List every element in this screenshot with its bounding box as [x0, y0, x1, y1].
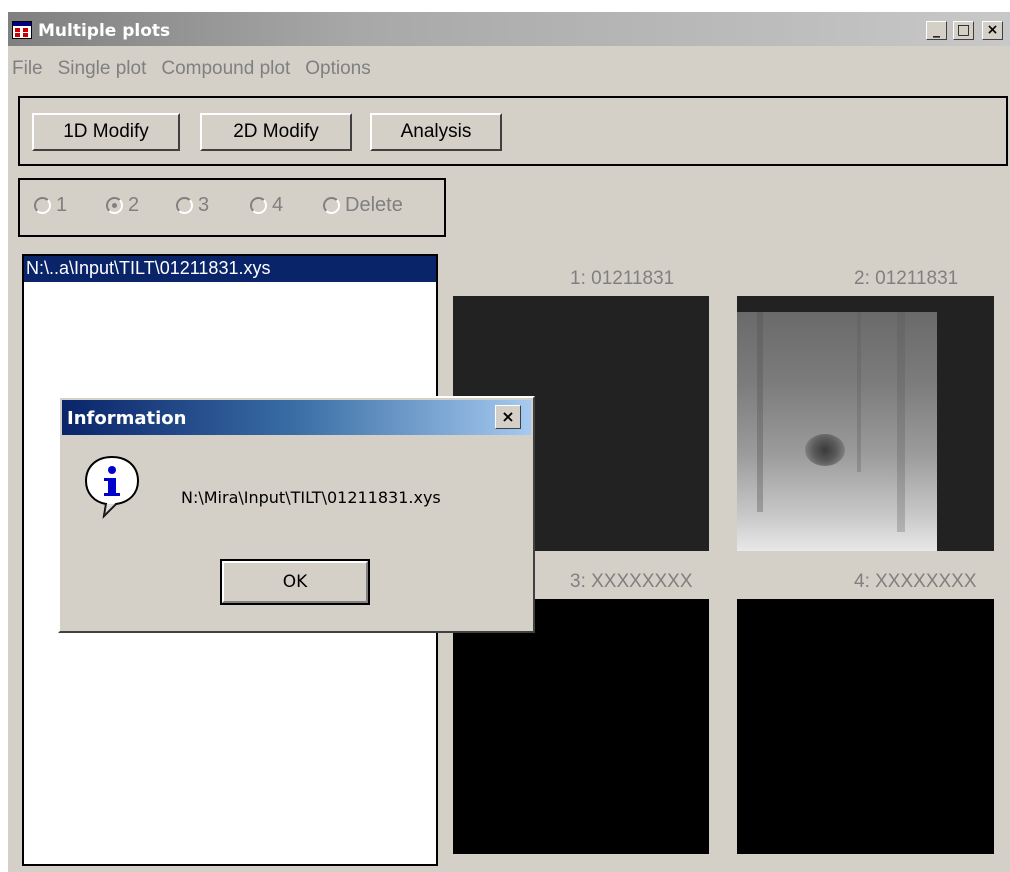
- information-dialog: Information × N:\Mira\Input\TILT\0121183…: [58, 396, 535, 633]
- dialog-close-button[interactable]: ×: [495, 405, 521, 429]
- info-icon: [84, 455, 140, 519]
- close-button[interactable]: ×: [982, 21, 1003, 40]
- close-icon: ×: [986, 22, 999, 38]
- toolbar-group: 1D Modify 2D Modify Analysis: [18, 96, 1008, 166]
- ok-button-label: OK: [222, 561, 368, 603]
- radio-circle[interactable]: [250, 197, 267, 214]
- plot-3-label: 3: XXXXXXXX: [570, 571, 693, 592]
- radio-label: 4: [272, 194, 284, 216]
- menu-compound-plot[interactable]: Compound plot: [161, 58, 290, 80]
- dialog-title-bar[interactable]: Information ×: [62, 400, 531, 435]
- plot-2-label: 2: 01211831: [854, 268, 959, 289]
- radio-circle[interactable]: [176, 197, 193, 214]
- radio-circle[interactable]: [34, 197, 51, 214]
- plot-3-canvas[interactable]: [453, 599, 709, 854]
- maximize-button[interactable]: □: [953, 21, 974, 40]
- ok-button[interactable]: OK: [220, 559, 370, 605]
- window-title: Multiple plots: [38, 21, 171, 41]
- minimize-icon: _: [933, 22, 940, 38]
- radio-label: 2: [128, 194, 140, 216]
- plot-4-canvas[interactable]: [737, 599, 994, 854]
- radio-label: 1: [56, 194, 68, 216]
- dialog-title: Information: [67, 408, 187, 429]
- title-bar[interactable]: Multiple plots _ □ ×: [8, 12, 1010, 46]
- main-window: Multiple plots _ □ × File Single plot Comp…: [8, 12, 1010, 872]
- plot-1-label: 1: 01211831: [570, 268, 675, 289]
- maximize-icon: □: [956, 22, 971, 38]
- menu-single-plot[interactable]: Single plot: [58, 58, 147, 80]
- plot-2-heatmap-image: [737, 312, 937, 551]
- 1d-modify-button[interactable]: 1D Modify: [32, 113, 180, 151]
- menu-options[interactable]: Options: [305, 58, 370, 80]
- plot-2-canvas[interactable]: [737, 296, 994, 551]
- radio-circle[interactable]: [323, 197, 340, 214]
- menu-file[interactable]: File: [12, 58, 43, 80]
- close-icon: ×: [501, 407, 515, 426]
- 2d-modify-button[interactable]: 2D Modify: [200, 113, 352, 151]
- radio-circle-checked[interactable]: [106, 197, 123, 214]
- analysis-button[interactable]: Analysis: [370, 113, 502, 151]
- radio-label: Delete: [345, 194, 403, 216]
- dialog-message: N:\Mira\Input\TILT\01211831.xys: [181, 488, 441, 507]
- plot-4-label: 4: XXXXXXXX: [854, 571, 977, 592]
- radio-label: 3: [198, 194, 210, 216]
- menu-bar: File Single plot Compound plot Options: [8, 58, 382, 82]
- plot-select-radio-group: 1 2 3 4 Delete: [18, 178, 446, 237]
- file-list-item-selected[interactable]: N:\..a\Input\TILT\01211831.xys: [24, 256, 436, 282]
- minimize-button[interactable]: _: [926, 21, 947, 40]
- app-icon: [12, 21, 32, 39]
